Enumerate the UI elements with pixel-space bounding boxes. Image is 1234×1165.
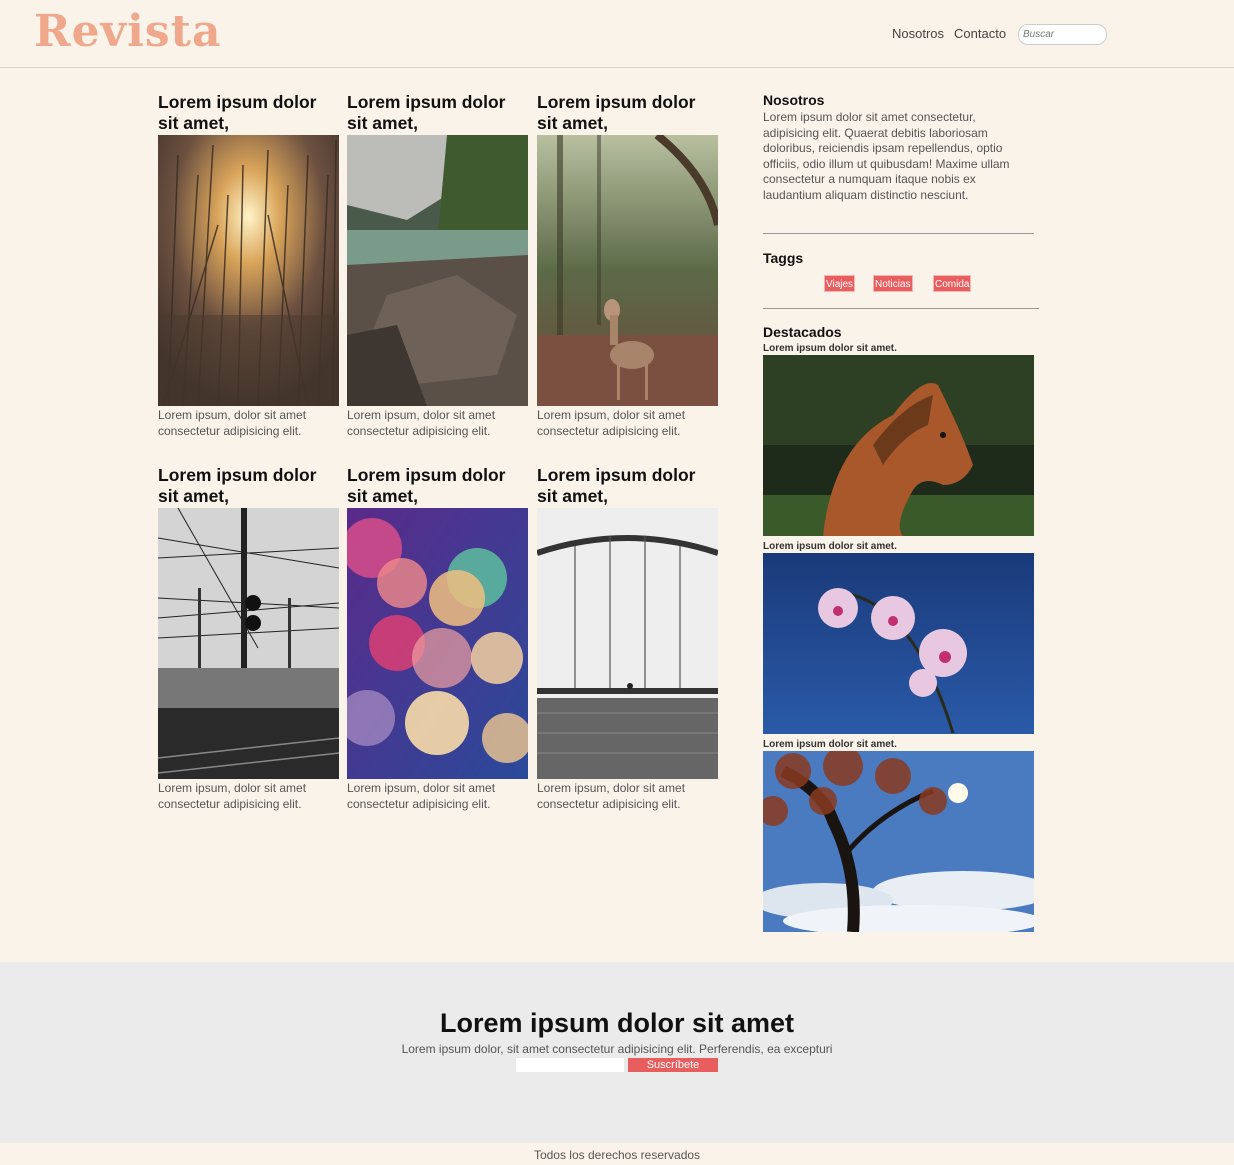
tag-noticias[interactable]: Noticias <box>873 275 913 292</box>
article-excerpt: Lorem ipsum, dolor sit amet consectetur … <box>537 408 686 438</box>
bridge-cyclist-image[interactable] <box>537 508 718 779</box>
search-input[interactable] <box>1018 24 1107 45</box>
featured-caption: Lorem ipsum dolor sit amet. <box>763 739 897 750</box>
article-excerpt: Lorem ipsum, dolor sit amet consectetur … <box>347 781 496 811</box>
horse-image[interactable] <box>763 355 1034 536</box>
article-title[interactable]: Lorem ipsum dolor sit amet, <box>158 92 339 135</box>
subscribe-title: Lorem ipsum dolor sit amet <box>439 1008 795 1038</box>
nav-link-contacto[interactable]: Contacto <box>954 26 1006 41</box>
divider <box>763 308 1039 309</box>
featured-caption: Lorem ipsum dolor sit amet. <box>763 541 897 552</box>
article-excerpt: Lorem ipsum, dolor sit amet consectetur … <box>158 781 307 811</box>
nav-link-nosotros[interactable]: Nosotros <box>892 26 944 41</box>
article-excerpt: Lorem ipsum, dolor sit amet consectetur … <box>347 408 496 438</box>
article-excerpt: Lorem ipsum, dolor sit amet consectetur … <box>158 408 307 438</box>
footer-text: Todos los derechos reservados <box>533 1148 701 1162</box>
fawn-forest-image[interactable] <box>537 135 718 406</box>
tag-viajes[interactable]: Viajes <box>824 275 856 292</box>
about-text: Lorem ipsum dolor sit amet consectetur, … <box>763 110 1010 202</box>
article-title[interactable]: Lorem ipsum dolor sit amet, <box>158 465 339 508</box>
site-header: Revista Nosotros Contacto <box>0 0 1234 68</box>
article-title[interactable]: Lorem ipsum dolor sit amet, <box>347 92 528 135</box>
article-title[interactable]: Lorem ipsum dolor sit amet, <box>537 92 718 135</box>
article-card[interactable]: Lorem ipsum dolor sit amet, Lorem ipsum,… <box>158 465 339 812</box>
about-heading: Nosotros <box>763 92 825 108</box>
railway-wires-image[interactable] <box>158 508 339 779</box>
article-card[interactable]: Lorem ipsum dolor sit amet, Lorem ipsum,… <box>537 92 718 439</box>
bokeh-lights-image[interactable] <box>347 508 528 779</box>
divider <box>763 233 1034 234</box>
subscribe-button[interactable]: Suscríbete <box>628 1058 718 1072</box>
subscribe-text: Lorem ipsum dolor, sit amet consectetur … <box>401 1042 833 1056</box>
article-card[interactable]: Lorem ipsum dolor sit amet, Lorem ipsum,… <box>347 92 528 439</box>
article-title[interactable]: Lorem ipsum dolor sit amet, <box>537 465 718 508</box>
tags-heading: Taggs <box>763 250 804 266</box>
article-title[interactable]: Lorem ipsum dolor sit amet, <box>347 465 528 508</box>
site-logo[interactable]: Revista <box>34 6 221 57</box>
tag-comida[interactable]: Comida <box>933 275 972 292</box>
article-card[interactable]: Lorem ipsum dolor sit amet, Lorem ipsum,… <box>347 465 528 812</box>
main-nav: Nosotros Contacto <box>892 26 1006 41</box>
tree-sky-image[interactable] <box>763 751 1034 932</box>
orchid-image[interactable] <box>763 553 1034 734</box>
featured-caption: Lorem ipsum dolor sit amet. <box>763 343 897 354</box>
river-rocks-image[interactable] <box>347 135 528 406</box>
article-card[interactable]: Lorem ipsum dolor sit amet, Lorem ipsum,… <box>158 92 339 439</box>
article-card[interactable]: Lorem ipsum dolor sit amet, Lorem ipsum,… <box>537 465 718 812</box>
featured-heading: Destacados <box>763 324 842 340</box>
email-field[interactable] <box>516 1058 624 1072</box>
sunset-grass-image[interactable] <box>158 135 339 406</box>
article-excerpt: Lorem ipsum, dolor sit amet consectetur … <box>537 781 686 811</box>
